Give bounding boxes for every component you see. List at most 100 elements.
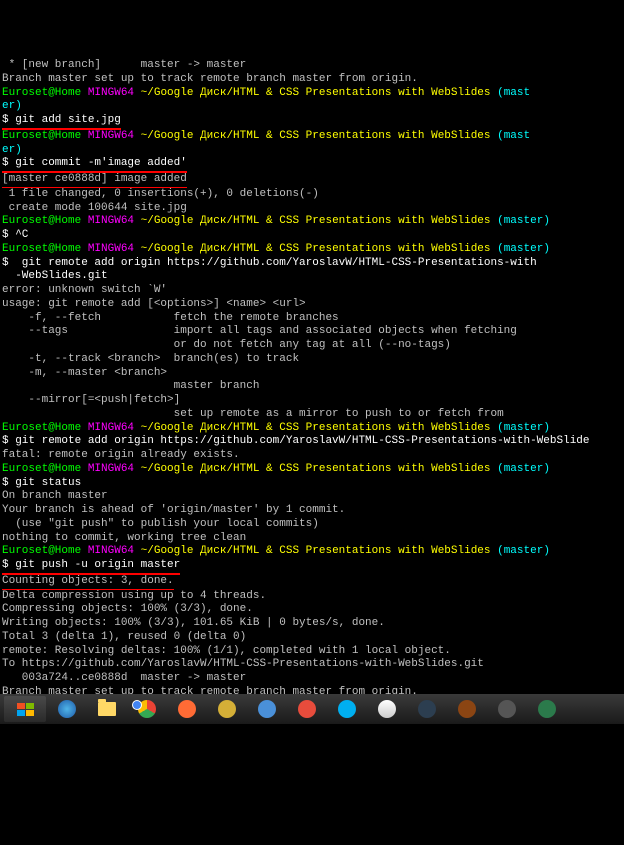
terminal-line: fatal: remote origin already exists. <box>2 449 622 463</box>
windows-logo-icon <box>17 703 34 716</box>
ie-icon <box>58 700 76 718</box>
terminal-text: $ git remote add origin https://github.c… <box>2 257 537 269</box>
terminal-line: Branch master set up to track remote bra… <box>2 73 622 87</box>
terminal-line: -t, --track <branch> branch(es) to track <box>2 353 622 367</box>
taskbar-item[interactable] <box>528 696 566 722</box>
terminal-line: Your branch is ahead of 'origin/master' … <box>2 504 622 518</box>
taskbar-item[interactable] <box>448 696 486 722</box>
terminal-line: Euroset@Home MINGW64 ~/Google Диск/HTML … <box>2 422 622 436</box>
taskbar-item-chrome[interactable] <box>128 696 166 722</box>
terminal-text: $ git remote add origin https://github.c… <box>2 435 590 447</box>
terminal-line: er) <box>2 144 622 158</box>
terminal-line: Delta compression using up to 4 threads. <box>2 590 622 604</box>
terminal-text: MINGW64 <box>88 215 141 227</box>
app-icon <box>418 700 436 718</box>
terminal-text: MINGW64 <box>88 87 141 99</box>
terminal-line: $ git remote add origin https://github.c… <box>2 257 622 271</box>
terminal-text: create mode 100644 site.jpg <box>2 202 187 214</box>
terminal-text: $ git commit -m'image added' <box>2 157 187 173</box>
taskbar-item[interactable] <box>248 696 286 722</box>
terminal-text: (mast <box>497 130 530 142</box>
skype-icon <box>338 700 356 718</box>
terminal-line: usage: git remote add [<options>] <name>… <box>2 298 622 312</box>
taskbar-item[interactable] <box>488 696 526 722</box>
terminal-line: $ git add site.jpg <box>2 114 622 130</box>
terminal-text: To https://github.com/YaroslavW/HTML-CSS… <box>2 658 484 670</box>
terminal-text: MINGW64 <box>88 243 141 255</box>
terminal-text: Euroset@Home <box>2 215 88 227</box>
terminal-line: $ git status <box>2 477 622 491</box>
terminal-text: * [new branch] master -> master <box>2 59 246 71</box>
terminal-text: usage: git remote add [<options>] <name>… <box>2 298 306 310</box>
terminal-line: On branch master <box>2 490 622 504</box>
terminal-line: error: unknown switch `W' <box>2 284 622 298</box>
terminal-text: Total 3 (delta 1), reused 0 (delta 0) <box>2 631 246 643</box>
terminal-line: Writing objects: 100% (3/3), 101.65 KiB … <box>2 617 622 631</box>
terminal-text: ~/Google Диск/HTML & CSS Presentations w… <box>141 130 497 142</box>
taskbar-item[interactable] <box>288 696 326 722</box>
terminal-line: [master ce0888d] image added <box>2 173 622 188</box>
terminal-line: 1 file changed, 0 insertions(+), 0 delet… <box>2 188 622 202</box>
terminal-line: er) <box>2 100 622 114</box>
terminal-line: set up remote as a mirror to push to or … <box>2 408 622 422</box>
terminal-line: Euroset@Home MINGW64 ~/Google Диск/HTML … <box>2 215 622 229</box>
app-icon <box>498 700 516 718</box>
folder-icon <box>98 702 116 716</box>
terminal-line: -WebSlides.git <box>2 270 622 284</box>
terminal-text: (master) <box>497 463 550 475</box>
terminal-text: --tags import all tags and associated ob… <box>2 325 517 337</box>
terminal-line: Euroset@Home MINGW64 ~/Google Диск/HTML … <box>2 130 622 144</box>
taskbar-item-ie[interactable] <box>48 696 86 722</box>
terminal-text: $ git status <box>2 477 81 489</box>
terminal-text: remote: Resolving deltas: 100% (1/1), co… <box>2 645 451 657</box>
terminal-text: Your branch is ahead of 'origin/master' … <box>2 504 345 516</box>
terminal-text: ~/Google Диск/HTML & CSS Presentations w… <box>141 463 497 475</box>
terminal-text: [master ce0888d] image added <box>2 173 187 188</box>
terminal-line: create mode 100644 site.jpg <box>2 202 622 216</box>
terminal-line: -f, --fetch fetch the remote branches <box>2 312 622 326</box>
terminal-text: $ git push -u origin master <box>2 559 180 575</box>
terminal-line: --mirror[=<push|fetch>] <box>2 394 622 408</box>
taskbar-item-explorer[interactable] <box>88 696 126 722</box>
terminal-line: (use "git push" to publish your local co… <box>2 518 622 532</box>
taskbar-item[interactable] <box>168 696 206 722</box>
terminal-line: -m, --master <branch> <box>2 367 622 381</box>
terminal-text: ~/Google Диск/HTML & CSS Presentations w… <box>141 87 497 99</box>
terminal-text: nothing to commit, working tree clean <box>2 532 246 544</box>
taskbar-item[interactable] <box>208 696 246 722</box>
terminal-text: -m, --master <branch> <box>2 367 167 379</box>
terminal-text: ~/Google Диск/HTML & CSS Presentations w… <box>141 545 497 557</box>
taskbar-item[interactable] <box>368 696 406 722</box>
terminal-line: Counting objects: 3, done. <box>2 575 622 590</box>
terminal-line: remote: Resolving deltas: 100% (1/1), co… <box>2 645 622 659</box>
terminal-text: (use "git push" to publish your local co… <box>2 518 319 530</box>
terminal-text: 003a724..ce0888d master -> master <box>2 672 246 684</box>
terminal-text: Euroset@Home <box>2 87 88 99</box>
terminal-text: master branch <box>2 380 259 392</box>
terminal-text: $ ^C <box>2 229 28 241</box>
terminal-text: Euroset@Home <box>2 463 88 475</box>
app-icon <box>258 700 276 718</box>
taskbar-item-skype[interactable] <box>328 696 366 722</box>
terminal-line: $ git push -u origin master <box>2 559 622 575</box>
terminal-text: On branch master <box>2 490 108 502</box>
start-button[interactable] <box>4 696 46 722</box>
terminal-line: Euroset@Home MINGW64 ~/Google Диск/HTML … <box>2 243 622 257</box>
terminal-line: master branch <box>2 380 622 394</box>
terminal-output[interactable]: * [new branch] master -> master Branch ma… <box>0 55 624 749</box>
terminal-text: MINGW64 <box>88 422 141 434</box>
terminal-text: or do not fetch any tag at all (--no-tag… <box>2 339 451 351</box>
app-icon <box>378 700 396 718</box>
terminal-text: (mast <box>497 87 530 99</box>
terminal-text: (master) <box>497 545 550 557</box>
terminal-text: Euroset@Home <box>2 243 88 255</box>
taskbar-item[interactable] <box>408 696 446 722</box>
terminal-text: Euroset@Home <box>2 130 88 142</box>
terminal-line: nothing to commit, working tree clean <box>2 532 622 546</box>
terminal-text: er) <box>2 144 22 156</box>
terminal-text: ~/Google Диск/HTML & CSS Presentations w… <box>141 422 497 434</box>
terminal-text: MINGW64 <box>88 545 141 557</box>
terminal-text: -t, --track <branch> branch(es) to track <box>2 353 299 365</box>
terminal-text: ~/Google Диск/HTML & CSS Presentations w… <box>141 243 497 255</box>
terminal-text: 1 file changed, 0 insertions(+), 0 delet… <box>2 188 319 200</box>
